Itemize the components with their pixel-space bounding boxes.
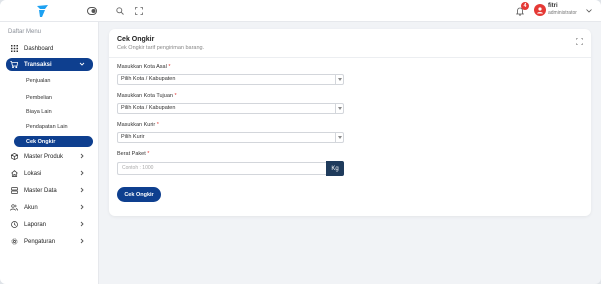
chevron-right-icon [80,238,84,244]
sidebar-item-akun[interactable]: Akun [6,201,93,214]
user-role: administrator [548,10,577,16]
sidebar-subitem-penjualan[interactable]: Penjualan [14,75,93,86]
courier-select-value: Pilih Kurir [121,134,145,140]
home-icon [10,170,18,178]
weight-unit-addon: Kg [326,161,344,176]
sidebar-item-label: Master Produk [24,153,64,160]
sidebar-item-label: Master Data [24,187,57,194]
sidebar-subitem-biaya-lain[interactable]: Biaya Lain [14,106,93,117]
origin-city-select[interactable]: Pilih Kota / Kabupaten [117,74,344,85]
user-menu-chevron-icon[interactable] [583,5,595,17]
origin-city-select-value: Pilih Kota / Kabupaten [121,76,176,82]
caret-down-icon [335,133,343,142]
app-logo-icon[interactable] [34,3,50,19]
chevron-right-icon [80,204,84,210]
cek-ongkir-card: Cek Ongkir Cek Ongkir tarif pengiriman b… [109,29,591,216]
sidebar-item-label: Akun [24,204,38,211]
box-icon [10,153,18,161]
sidebar-item-label: Lokasi [24,170,42,177]
database-icon [10,187,18,195]
sidebar-item-lokasi[interactable]: Lokasi [6,167,93,180]
destination-label-text: Masukkan Kota Tujuan [117,93,173,99]
destination-city-select[interactable]: Pilih Kota / Kabupaten [117,103,344,114]
chevron-down-icon [79,62,85,66]
sidebar-subitem-pembelian[interactable]: Pembelian [14,92,93,103]
sidebar-item-master-data[interactable]: Master Data [6,184,93,197]
sidebar-item-label: Pengaturan [24,238,56,245]
chevron-right-icon [80,221,84,227]
sidebar-item-label: Transaksi [24,61,52,68]
sidebar-subitem-pendapatan-lain[interactable]: Pendapatan Lain [14,121,93,132]
cart-icon [10,61,18,69]
sidebar-item-label: Laporan [24,221,47,228]
expand-icon[interactable] [576,38,583,45]
required-mark: * [174,93,177,99]
origin-label-text: Masukkan Kota Asal [117,64,167,70]
chevron-right-icon [80,153,84,159]
destination-label: Masukkan Kota Tujuan * [117,93,177,99]
chevron-right-icon [80,187,84,193]
user-name: fitri [548,3,558,9]
weight-label-text: Berat Paket [117,151,146,157]
clock-icon [10,221,18,229]
sidebar-toggle-icon[interactable] [86,5,98,17]
grid-icon [10,45,18,53]
courier-select[interactable]: Pilih Kurir [117,132,344,143]
sidebar-item-pengaturan[interactable]: Pengaturan [6,235,93,248]
users-icon [10,204,18,212]
fullscreen-icon[interactable] [133,5,145,17]
sidebar-item-master-produk[interactable]: Master Produk [6,150,93,163]
courier-label-text: Masukkan Kurir [117,122,156,128]
notification-badge: 4 [521,2,529,10]
page-subtitle: Cek Ongkir tarif pengiriman barang. [117,45,205,51]
sidebar-item-dashboard[interactable]: Dashboard [6,42,93,55]
weight-input[interactable]: Contoh : 1000 [117,162,326,175]
topbar: 4 fitri administrator [0,0,601,22]
menu-heading: Daftar Menu [8,29,42,35]
destination-city-select-value: Pilih Kota / Kabupaten [121,105,176,111]
sidebar-item-transaksi[interactable]: Transaksi [6,58,93,71]
caret-down-icon [335,104,343,113]
cek-ongkir-button[interactable]: Cek Ongkir [117,187,161,202]
caret-down-icon [335,75,343,84]
weight-label: Berat Paket * [117,151,149,157]
card-divider [109,57,591,58]
page-title: Cek Ongkir [117,36,155,43]
search-icon[interactable] [114,5,126,17]
sidebar: Daftar Menu Dashboard Transaksi Penjuala… [0,22,99,284]
required-mark: * [168,64,171,70]
sidebar-item-label: Dashboard [24,45,54,52]
avatar[interactable] [534,4,546,16]
required-mark: * [156,122,159,128]
courier-label: Masukkan Kurir * [117,122,159,128]
sidebar-item-laporan[interactable]: Laporan [6,218,93,231]
required-mark: * [147,151,150,157]
chevron-right-icon [80,170,84,176]
app-frame: 4 fitri administrator Daftar Menu Dashbo… [0,0,601,284]
gear-icon [10,238,18,246]
sidebar-subitem-cek-ongkir[interactable]: Cek Ongkir [14,136,93,147]
origin-label: Masukkan Kota Asal * [117,64,171,70]
